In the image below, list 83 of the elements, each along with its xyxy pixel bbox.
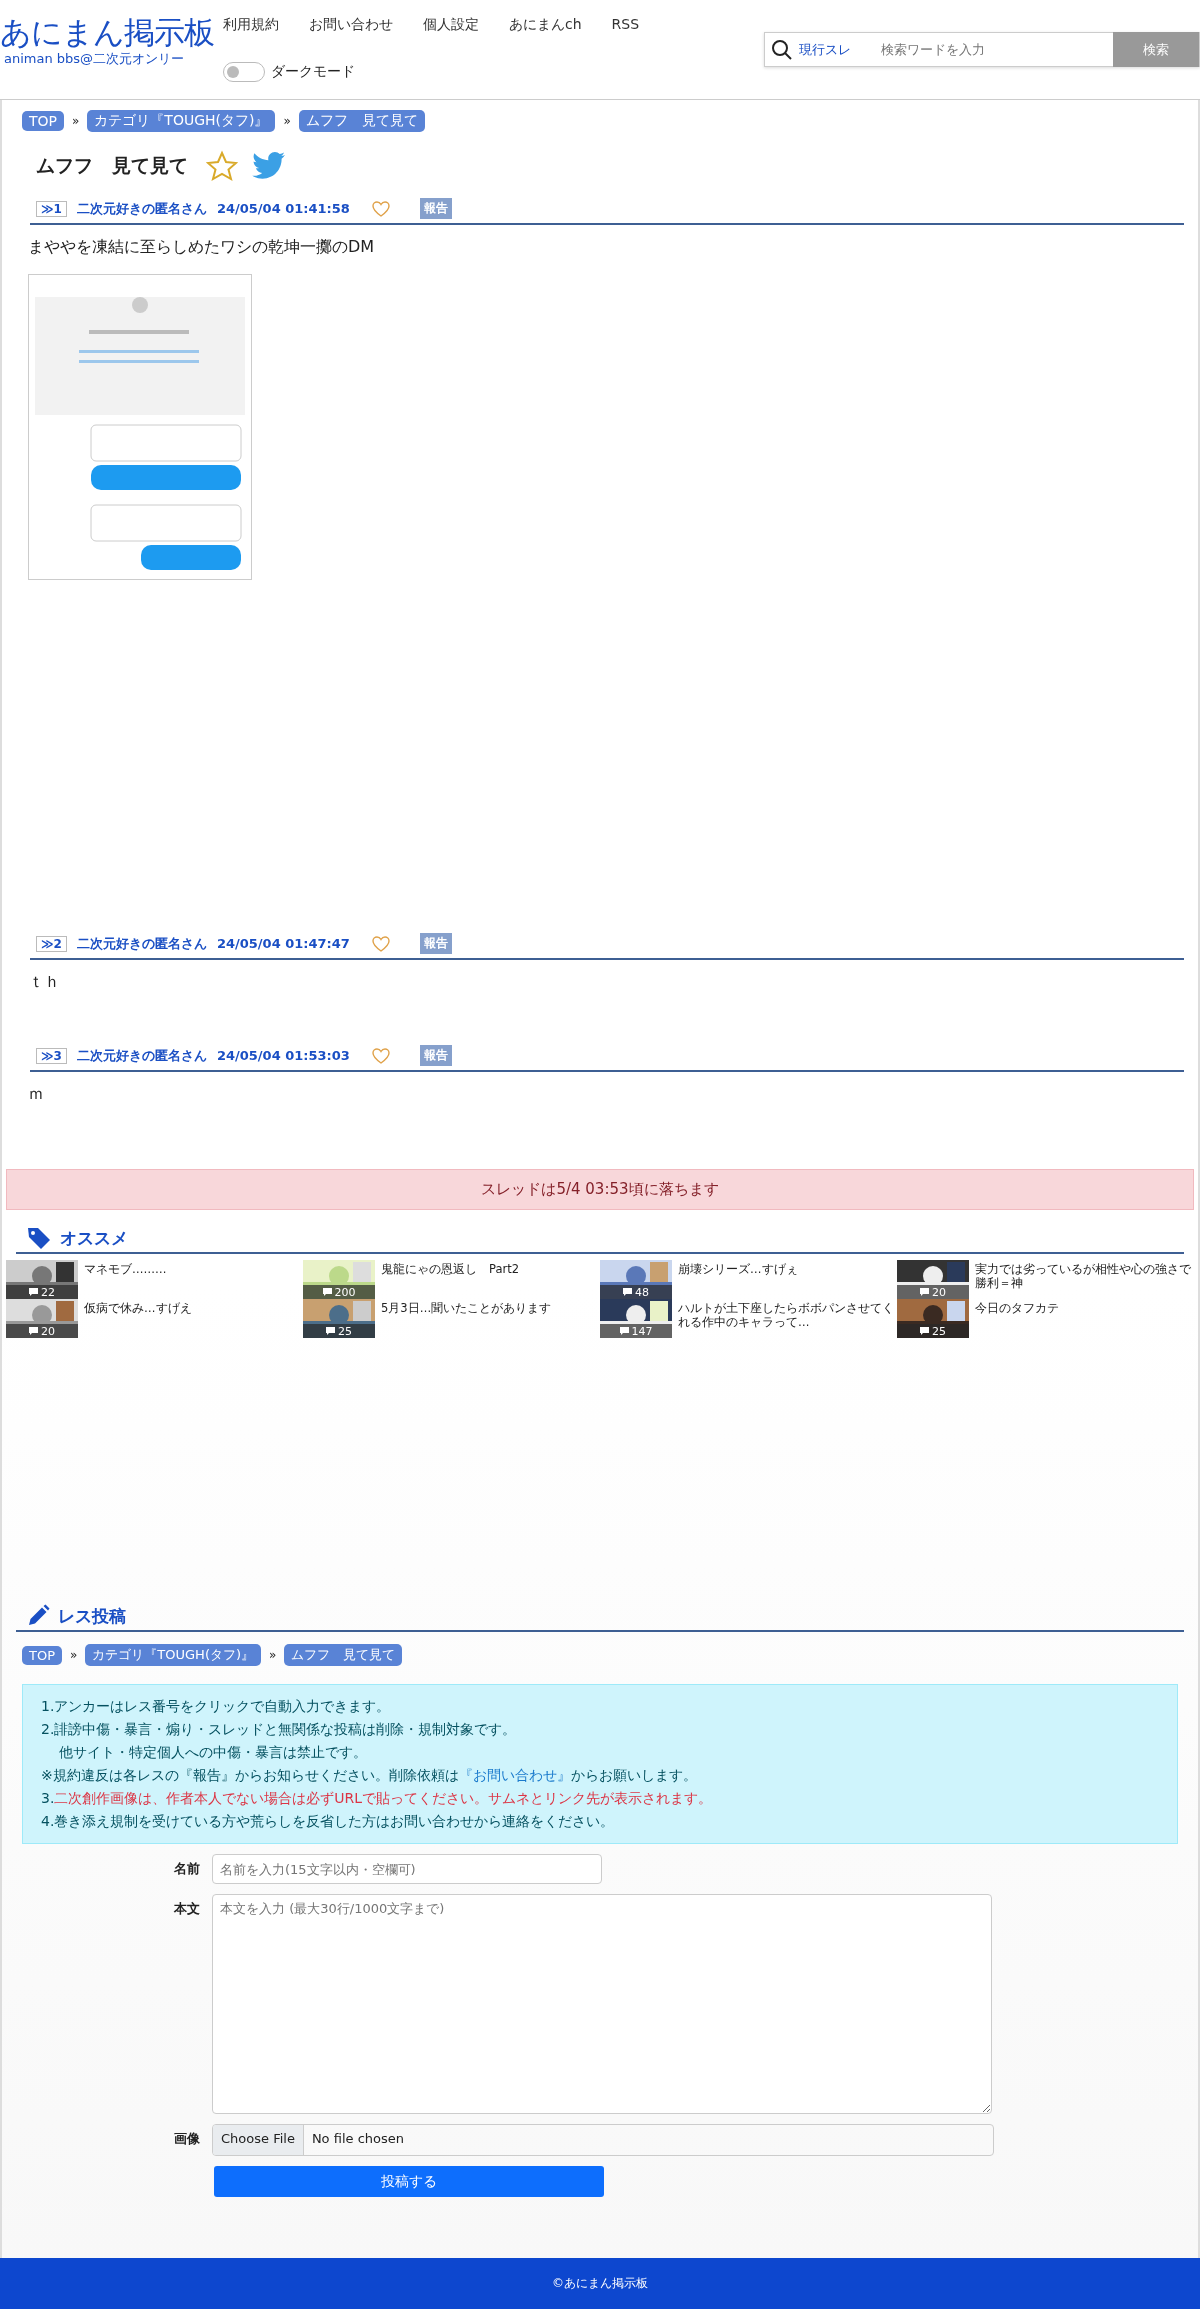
comment-icon bbox=[619, 1327, 629, 1335]
breadcrumb-link[interactable]: カテゴリ『TOUGH(タフ)』 bbox=[87, 110, 276, 132]
site-logo[interactable]: あにまん掲示板 bbox=[0, 14, 215, 50]
breadcrumb-link[interactable]: カテゴリ『TOUGH(タフ)』 bbox=[85, 1644, 262, 1666]
body-label: 本文 bbox=[173, 1900, 201, 1918]
breadcrumb-link[interactable]: TOP bbox=[22, 111, 64, 131]
recommended-thread-link[interactable]: ハルトが土下座したらボボパンさせてくれる作中のキャラって… bbox=[678, 1299, 897, 1338]
copyright: ©あにまん掲示板 bbox=[552, 2275, 648, 2292]
search-field[interactable]: 現行スレ 検索ワードを入力 検索 bbox=[764, 32, 1200, 67]
rule-text: 2.誹謗中傷・暴言・煽り・スレッドと無関係な投稿は削除・規制対象です。 bbox=[41, 1721, 517, 1737]
recommended-thread-link[interactable]: 仮病で休み…すげえ bbox=[84, 1299, 192, 1338]
comment-count: 200 bbox=[303, 1285, 375, 1299]
name-label: 名前 bbox=[173, 1860, 201, 1878]
rule-text: 他サイト・特定個人への中傷・暴言は禁止です。 bbox=[58, 1744, 367, 1760]
file-field[interactable]: Choose File No file chosen bbox=[212, 2124, 994, 2156]
nav-link[interactable]: RSS bbox=[611, 16, 640, 34]
recommended-thread-link[interactable]: マネモブ……… bbox=[84, 1260, 167, 1299]
nav-link[interactable]: 個人設定 bbox=[423, 16, 479, 34]
nav-link[interactable]: お問い合わせ bbox=[309, 16, 393, 34]
post-author: 二次元好きの匿名さん bbox=[76, 934, 207, 953]
dark-mode-label: ダークモード bbox=[271, 63, 355, 81]
breadcrumb-link[interactable]: ムフフ 見て見て bbox=[298, 110, 425, 132]
section-title: レス投稿 bbox=[58, 1604, 126, 1628]
comment-icon bbox=[920, 1327, 929, 1335]
post-body: ｍ bbox=[27, 1083, 45, 1105]
post-number[interactable]: ≫3 bbox=[36, 1047, 67, 1064]
post-number[interactable]: ≫1 bbox=[36, 200, 67, 217]
bird-icon[interactable] bbox=[252, 152, 286, 180]
search-icon bbox=[771, 38, 793, 61]
submit-button[interactable]: 投稿する bbox=[214, 2166, 604, 2197]
rule-text: 1.アンカーはレス番号をクリックで自動入力できます。 bbox=[41, 1698, 391, 1714]
comment-icon bbox=[326, 1327, 335, 1335]
comment-icon bbox=[920, 1288, 929, 1296]
recommended-thread-link[interactable]: 鬼龍にゃの恩返し Part2 bbox=[381, 1260, 520, 1299]
nav-link[interactable]: 利用規約 bbox=[223, 16, 279, 34]
comment-count: 48 bbox=[600, 1285, 672, 1299]
contact-link[interactable]: 『お問い合わせ』 bbox=[458, 1767, 571, 1783]
recommended-thread-link[interactable]: 実力では劣っているが相性や心の強さで勝利＝神 bbox=[975, 1260, 1194, 1299]
post-number[interactable]: ≫2 bbox=[36, 935, 67, 952]
pencil-icon bbox=[26, 1604, 50, 1628]
breadcrumb-separator: » bbox=[70, 1648, 78, 1662]
breadcrumb-separator: » bbox=[72, 114, 80, 128]
file-status: No file chosen bbox=[310, 2130, 405, 2148]
comment-count: 25 bbox=[897, 1324, 969, 1338]
recommended-thread-link[interactable]: 今日のタフカテ bbox=[975, 1299, 1059, 1338]
post-date: 24/05/04 01:53:03 bbox=[216, 1048, 350, 1063]
comment-count: 20 bbox=[6, 1324, 78, 1338]
comment-count: 25 bbox=[303, 1324, 375, 1338]
dark-mode-toggle[interactable] bbox=[223, 62, 265, 82]
comment-count: 20 bbox=[897, 1285, 969, 1299]
image-label: 画像 bbox=[173, 2130, 201, 2148]
rule-text: 3.二次創作画像は、作者本人でない場合は必ずURLで貼ってください。サムネとリンク先が表示されます。 bbox=[41, 1790, 713, 1806]
search-scope[interactable]: 現行スレ bbox=[799, 40, 851, 59]
post-body: ｔｈ bbox=[27, 971, 61, 993]
recommended-thread-link[interactable]: 崩壊シリーズ…すげぇ bbox=[678, 1260, 798, 1299]
expiry-notice: スレッドは5/4 03:53頃に落ちます bbox=[6, 1169, 1194, 1210]
body-field[interactable]: 本文を入力 (最大30行/1000文字まで) bbox=[212, 1894, 992, 2114]
name-field[interactable]: 名前を入力(15文字以内・空欄可) bbox=[212, 1854, 602, 1884]
site-tagline: animan bbs@二次元オンリー bbox=[3, 50, 186, 68]
post-body: まややを凍結に至らしめたワシの乾坤一擲のDM bbox=[27, 236, 376, 258]
tag-icon bbox=[26, 1226, 52, 1250]
comment-count: 147 bbox=[600, 1324, 672, 1338]
choose-file-button[interactable]: Choose File bbox=[213, 2125, 304, 2155]
comment-icon bbox=[29, 1288, 38, 1296]
recommended-thread-link[interactable]: 5月3日…聞いたことがあります bbox=[381, 1299, 552, 1338]
nav-link[interactable]: あにまんch bbox=[509, 16, 582, 34]
post-date: 24/05/04 01:47:47 bbox=[216, 936, 350, 951]
comment-icon bbox=[623, 1288, 632, 1296]
comment-count: 22 bbox=[6, 1285, 78, 1299]
breadcrumb-separator: » bbox=[269, 1648, 277, 1662]
favorite-star-icon[interactable] bbox=[206, 150, 238, 182]
breadcrumb-separator: » bbox=[283, 114, 291, 128]
thread-title: ムフフ 見て見て bbox=[36, 153, 188, 178]
breadcrumb-link[interactable]: ムフフ 見て見て bbox=[284, 1644, 403, 1666]
breadcrumb-link[interactable]: TOP bbox=[22, 1645, 62, 1665]
post-author: 二次元好きの匿名さん bbox=[76, 1046, 207, 1065]
post-author: 二次元好きの匿名さん bbox=[76, 199, 207, 218]
post-date: 24/05/04 01:41:58 bbox=[216, 201, 350, 216]
comment-icon bbox=[29, 1327, 38, 1335]
section-title: オススメ bbox=[60, 1226, 128, 1250]
comment-icon bbox=[322, 1288, 332, 1296]
rule-text: 4.巻き添え規制を受けている方や荒らしを反省した方はお問い合わせから連絡をください。 bbox=[41, 1813, 615, 1829]
rule-text: ※規約違反は各レスの『報告』からお知らせください。削除依頼は『お問い合わせ』からお願いします。 bbox=[41, 1767, 697, 1783]
